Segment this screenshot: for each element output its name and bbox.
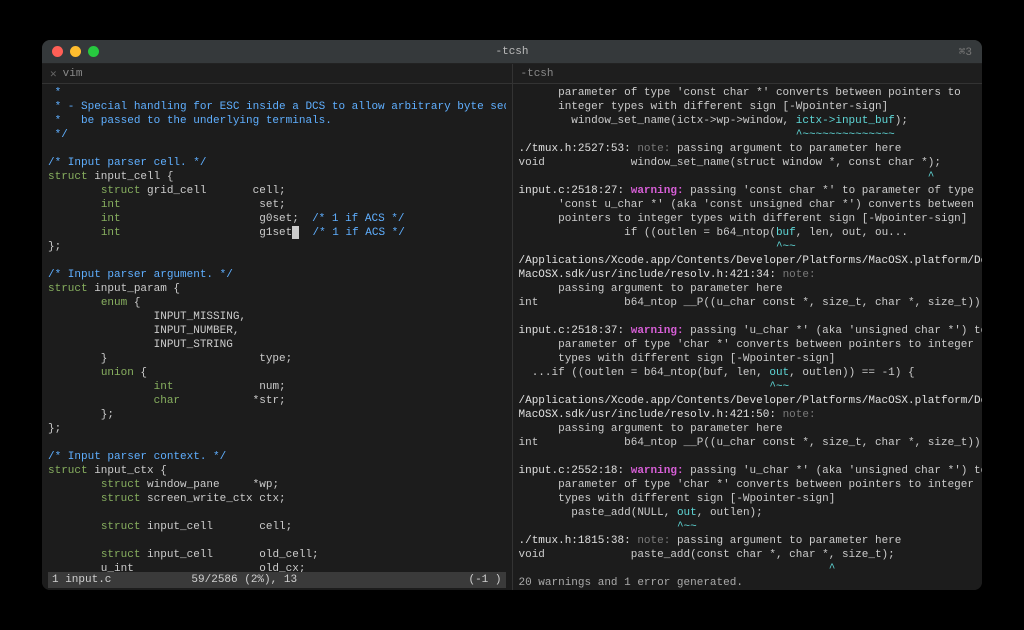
tab-bar: ✕ vim -tcsh [42, 64, 982, 84]
vim-pane[interactable]: * * - Special handling for ESC inside a … [42, 84, 513, 590]
output-line: void window_set_name(struct window *, co… [519, 156, 977, 170]
code-line: struct input_cell old_cell; [48, 548, 506, 562]
code-line: } type; [48, 352, 506, 366]
output-line: parameter of type 'char *' converts betw… [519, 478, 977, 492]
code-line: /* Input parser context. */ [48, 450, 506, 464]
output-line: ^~~ [519, 520, 977, 534]
titlebar[interactable]: -tcsh ⌘3 [42, 40, 982, 64]
output-line: parameter of type 'const char *' convert… [519, 86, 977, 100]
terminal-window: -tcsh ⌘3 ✕ vim -tcsh * * - Special handl… [42, 40, 982, 590]
split-panes: * * - Special handling for ESC inside a … [42, 84, 982, 590]
code-line: struct screen_write_ctx ctx; [48, 492, 506, 506]
code-line: }; [48, 422, 506, 436]
code-line: u_int old_cx; [48, 562, 506, 572]
code-line: struct input_ctx { [48, 464, 506, 478]
output-line: 'const u_char *' (aka 'const unsigned ch… [519, 198, 977, 212]
code-line: struct input_param { [48, 282, 506, 296]
output-line: MacOSX.sdk/usr/include/resolv.h:421:34: … [519, 268, 977, 282]
output-line: 20 warnings and 1 error generated. [519, 576, 977, 590]
output-line: pointers to integer types with different… [519, 212, 977, 226]
window-title: -tcsh [495, 46, 528, 58]
code-line: int num; [48, 380, 506, 394]
code-line: */ [48, 128, 506, 142]
code-line: }; [48, 408, 506, 422]
shortcut-indicator: ⌘3 [959, 45, 972, 59]
code-line: INPUT_STRING [48, 338, 506, 352]
tab-label: -tcsh [521, 68, 554, 80]
code-line: struct input_cell { [48, 170, 506, 184]
code-line [48, 506, 506, 520]
code-line [48, 534, 506, 548]
vim-buffer[interactable]: * * - Special handling for ESC inside a … [48, 86, 506, 572]
output-line: passing argument to parameter here [519, 282, 977, 296]
code-line: int g0set; /* 1 if ACS */ [48, 212, 506, 226]
output-line: if ((outlen = b64_ntop(buf, len, out, ou… [519, 226, 977, 240]
output-line: MacOSX.sdk/usr/include/resolv.h:421:50: … [519, 408, 977, 422]
tab-vim[interactable]: ✕ vim [42, 64, 513, 83]
output-line: paste_add(NULL, out, outlen); [519, 506, 977, 520]
code-line: }; [48, 240, 506, 254]
close-icon[interactable]: ✕ [50, 67, 57, 81]
output-line: input.c:2552:18: warning: passing 'u_cha… [519, 464, 977, 478]
code-line [48, 142, 506, 156]
close-icon[interactable] [52, 46, 63, 57]
output-line: /Applications/Xcode.app/Contents/Develop… [519, 394, 977, 408]
status-position: 59/2586 (2%), 13 [191, 573, 297, 587]
output-line: ^~~ [519, 240, 977, 254]
code-line: * - Special handling for ESC inside a DC… [48, 100, 506, 114]
output-line: window_set_name(ictx->wp->window, ictx->… [519, 114, 977, 128]
output-line: integer types with different sign [-Wpoi… [519, 100, 977, 114]
tab-tcsh[interactable]: -tcsh [513, 64, 983, 83]
output-line: void paste_add(const char *, char *, siz… [519, 548, 977, 562]
output-line: int b64_ntop __P((u_char const *, size_t… [519, 436, 977, 450]
code-line: struct grid_cell cell; [48, 184, 506, 198]
output-line: input.c:2518:27: warning: passing 'const… [519, 184, 977, 198]
output-line: types with different sign [-Wpointer-sig… [519, 352, 977, 366]
code-line: enum { [48, 296, 506, 310]
code-line: INPUT_MISSING, [48, 310, 506, 324]
code-line: struct window_pane *wp; [48, 478, 506, 492]
output-line: int b64_ntop __P((u_char const *, size_t… [519, 296, 977, 310]
output-line: passing argument to parameter here [519, 422, 977, 436]
code-line: union { [48, 366, 506, 380]
status-filename: 1 input.c [52, 573, 111, 587]
output-line: ^ [519, 170, 977, 184]
code-line: int set; [48, 198, 506, 212]
output-line: ^~~~~~~~~~~~~~~ [519, 128, 977, 142]
compiler-output-pane[interactable]: parameter of type 'const char *' convert… [513, 84, 983, 590]
code-line: * [48, 86, 506, 100]
code-line: struct input_cell cell; [48, 520, 506, 534]
code-line: /* Input parser cell. */ [48, 156, 506, 170]
output-line: parameter of type 'char *' converts betw… [519, 338, 977, 352]
vim-statusbar: 1 input.c 59/2586 (2%), 13 (-1 ) [48, 572, 506, 588]
code-line: /* Input parser argument. */ [48, 268, 506, 282]
output-line: ./tmux.h:2527:53: note: passing argument… [519, 142, 977, 156]
output-line: ^ [519, 562, 977, 576]
output-line: ...if ((outlen = b64_ntop(buf, len, out,… [519, 366, 977, 380]
output-line [519, 450, 977, 464]
zoom-icon[interactable] [88, 46, 99, 57]
code-line: int g1set /* 1 if ACS */ [48, 226, 506, 240]
output-line: input.c:2518:37: warning: passing 'u_cha… [519, 324, 977, 338]
code-line: * be passed to the underlying terminals. [48, 114, 506, 128]
minimize-icon[interactable] [70, 46, 81, 57]
output-line [519, 310, 977, 324]
output-line: /Applications/Xcode.app/Contents/Develop… [519, 254, 977, 268]
code-line: char *str; [48, 394, 506, 408]
status-extra: (-1 ) [468, 573, 501, 587]
traffic-lights [52, 46, 99, 57]
output-line: ^~~ [519, 380, 977, 394]
tab-label: vim [63, 68, 83, 80]
code-line [48, 254, 506, 268]
code-line: INPUT_NUMBER, [48, 324, 506, 338]
output-line: ./tmux.h:1815:38: note: passing argument… [519, 534, 977, 548]
code-line [48, 436, 506, 450]
output-line: types with different sign [-Wpointer-sig… [519, 492, 977, 506]
